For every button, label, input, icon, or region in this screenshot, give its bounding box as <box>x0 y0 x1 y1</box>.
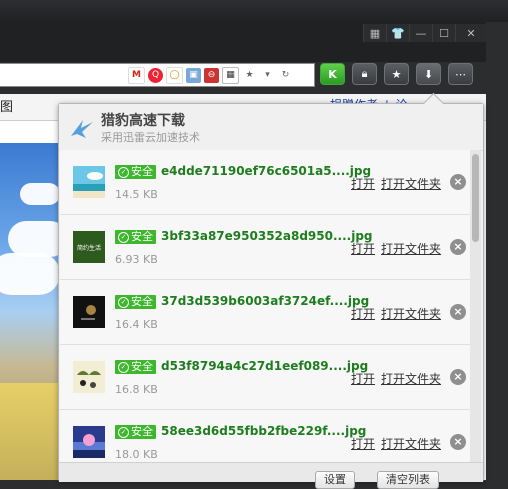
safe-label: 安全 <box>131 165 153 178</box>
thumbnail <box>73 426 105 458</box>
bookmark-item[interactable]: 图 <box>0 96 13 115</box>
download-list: ✓ 安全 e4dde71190ef76c6501a5....jpg 14.5 KB… <box>60 150 470 462</box>
window-frame-edge <box>486 22 508 480</box>
open-link[interactable]: 打开 <box>351 240 375 257</box>
open-link[interactable]: 打开 <box>351 370 375 387</box>
list-item: ✓ 安全 37d3d539b6003af3724ef....jpg 16.4 KB… <box>60 280 470 345</box>
refresh-icon[interactable]: ↻ <box>278 68 293 83</box>
safe-badge: ✓ 安全 <box>115 360 156 374</box>
file-size: 18.0 KB <box>115 448 158 461</box>
favorites-star-icon[interactable]: ★ <box>384 63 409 85</box>
window-controls: ▦ 👕 — ☐ ✕ <box>363 24 486 42</box>
list-item: ✓ 安全 e4dde71190ef76c6501a5....jpg 14.5 KB… <box>60 150 470 215</box>
safe-label: 安全 <box>131 360 153 373</box>
block-icon[interactable]: ⊖ <box>204 67 219 83</box>
check-icon: ✓ <box>118 426 129 438</box>
safe-badge: ✓ 安全 <box>115 295 156 309</box>
dropdown-icon[interactable]: ▾ <box>260 68 275 83</box>
thumbnail <box>73 166 105 198</box>
download-panel: 猎豹高速下载 采用迅雷云加速技术 ✓ 安全 e4dde71190ef76c6501… <box>58 92 484 489</box>
remove-icon[interactable]: × <box>450 434 466 450</box>
bookmark-star-icon[interactable]: ★ <box>242 68 257 83</box>
download-icon[interactable]: ⬇ <box>416 63 441 85</box>
gmail-icon[interactable]: M <box>128 66 145 84</box>
file-size: 16.4 KB <box>115 318 158 331</box>
chat-bubble-icon[interactable]: ◯ <box>166 66 183 84</box>
clear-list-button[interactable]: 清空列表 <box>377 471 439 489</box>
remove-icon[interactable]: × <box>450 239 466 255</box>
open-folder-link[interactable]: 打开文件夹 <box>381 435 441 452</box>
check-icon: ✓ <box>118 166 129 178</box>
thumbnail: 简约生活 <box>73 231 105 263</box>
grid-icon[interactable]: ▦ <box>363 24 386 42</box>
panel-title: 猎豹高速下载 <box>101 113 185 129</box>
open-folder-link[interactable]: 打开文件夹 <box>381 370 441 387</box>
file-name: 58ee3d6d55fbb2fbe229f....jpg <box>161 424 367 438</box>
safe-badge: ✓ 安全 <box>115 165 156 179</box>
thumbnail <box>73 296 105 328</box>
settings-button[interactable]: 设置 <box>315 471 355 489</box>
list-item: ✓ 安全 d53f8794a4c27d1eef089....jpg 16.8 KB… <box>60 345 470 410</box>
file-name: 3bf33a87e950352a8d950....jpg <box>161 229 373 243</box>
toolbar: K 🔒︎ ★ ⬇ ⋯ <box>320 63 473 85</box>
panel-header: 猎豹高速下载 采用迅雷云加速技术 <box>59 104 483 151</box>
file-size: 16.8 KB <box>115 383 158 396</box>
extension-k-button[interactable]: K <box>320 63 345 85</box>
image-icon[interactable]: ▣ <box>186 67 201 83</box>
maximize-button[interactable]: ☐ <box>432 24 455 42</box>
safe-badge: ✓ 安全 <box>115 425 156 439</box>
safe-label: 安全 <box>131 295 153 308</box>
thumbnail <box>73 361 105 393</box>
lock-icon[interactable]: 🔒︎ <box>352 63 377 85</box>
thumbnail-text: 简约生活 <box>76 244 101 252</box>
remove-icon[interactable]: × <box>450 369 466 385</box>
address-bar-icons: M Q ◯ ▣ ⊖ ▦ ★ ▾ ↻ <box>128 66 293 84</box>
safe-badge: ✓ 安全 <box>115 230 156 244</box>
search-extension-icon[interactable]: Q <box>148 67 163 83</box>
open-folder-link[interactable]: 打开文件夹 <box>381 240 441 257</box>
panel-footer: 设置 清空列表 <box>59 462 483 489</box>
scrollbar[interactable] <box>470 150 481 462</box>
check-icon: ✓ <box>118 361 129 373</box>
list-item: 简约生活 ✓ 安全 3bf33a87e950352a8d950....jpg 6.… <box>60 215 470 280</box>
open-link[interactable]: 打开 <box>351 305 375 322</box>
scrollbar-thumb[interactable] <box>472 154 479 242</box>
check-icon: ✓ <box>118 231 129 243</box>
open-folder-link[interactable]: 打开文件夹 <box>381 175 441 192</box>
file-size: 6.93 KB <box>115 253 158 266</box>
close-window-button[interactable]: ✕ <box>455 24 486 42</box>
file-name: e4dde71190ef76c6501a5....jpg <box>161 164 372 178</box>
safe-label: 安全 <box>131 230 153 243</box>
remove-icon[interactable]: × <box>450 174 466 190</box>
list-item: ✓ 安全 58ee3d6d55fbb2fbe229f....jpg 18.0 KB… <box>60 410 470 462</box>
file-size: 14.5 KB <box>115 188 158 201</box>
minimize-button[interactable]: — <box>409 24 432 42</box>
file-name: 37d3d539b6003af3724ef....jpg <box>161 294 370 308</box>
open-folder-link[interactable]: 打开文件夹 <box>381 305 441 322</box>
qr-code-icon[interactable]: ▦ <box>222 66 239 84</box>
safe-label: 安全 <box>131 425 153 438</box>
remove-icon[interactable]: × <box>450 304 466 320</box>
menu-icon[interactable]: ⋯ <box>448 63 473 85</box>
open-link[interactable]: 打开 <box>351 175 375 192</box>
open-link[interactable]: 打开 <box>351 435 375 452</box>
check-icon: ✓ <box>118 296 129 308</box>
cheetah-logo-icon <box>71 120 93 138</box>
panel-subtitle: 采用迅雷云加速技术 <box>101 131 200 144</box>
file-name: d53f8794a4c27d1eef089....jpg <box>161 359 369 373</box>
skin-icon[interactable]: 👕 <box>386 24 409 42</box>
